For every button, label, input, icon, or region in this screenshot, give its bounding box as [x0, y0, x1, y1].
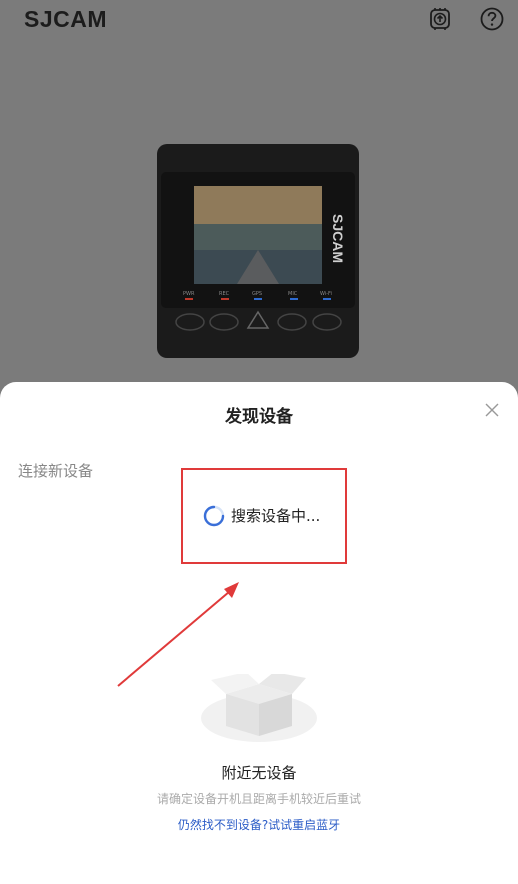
restart-bluetooth-link[interactable]: 仍然找不到设备?试试重启蓝牙 [0, 816, 518, 833]
svg-text:PWR: PWR [183, 291, 195, 297]
section-label: 连接新设备 [18, 462, 94, 480]
discover-device-sheet: 发现设备 连接新设备 搜索设备中... 附近无设备 请确定设备开机且距离手机较近… [0, 382, 518, 884]
app-logo: SJCAM [24, 6, 108, 32]
empty-state-hint: 请确定设备开机且距离手机较近后重试 [156, 792, 361, 806]
svg-text:REC: REC [219, 291, 230, 297]
searching-status-text: 搜索设备中... [231, 507, 321, 525]
help-icon[interactable] [479, 6, 505, 32]
loading-spinner-icon [203, 505, 225, 527]
empty-box-illustration [201, 674, 317, 742]
empty-state-title: 附近无设备 [221, 764, 297, 782]
svg-text:MIC: MIC [288, 291, 298, 297]
camera-illustration: SJCAM PWR REC GPS MIC Wi-Fi [157, 144, 359, 358]
close-icon[interactable] [484, 402, 500, 418]
sheet-title: 发现设备 [225, 407, 293, 427]
svg-text:Wi-Fi: Wi-Fi [320, 291, 332, 297]
upload-board-icon[interactable] [427, 6, 453, 32]
camera-brand-text: SJCAM [330, 214, 346, 263]
svg-text:GPS: GPS [252, 291, 262, 297]
